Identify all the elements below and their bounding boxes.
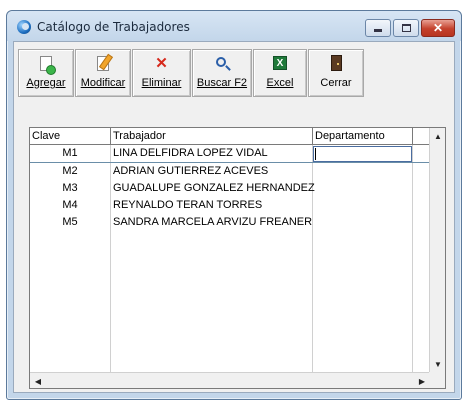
scroll-right-icon[interactable]: ▶ xyxy=(414,373,430,389)
buscar-label: Buscar F2 xyxy=(196,77,248,89)
modificar-button[interactable]: Modificar xyxy=(75,49,131,97)
minimize-icon xyxy=(374,29,382,32)
agregar-label: Agregar xyxy=(26,77,66,89)
app-window: Catálogo de Trabajadores ✕ Agregar Modif… xyxy=(6,10,462,400)
agregar-button[interactable]: Agregar xyxy=(18,49,74,97)
cerrar-button[interactable]: Cerrar xyxy=(308,49,364,97)
cell-clave: M5 xyxy=(62,216,78,228)
maximize-button[interactable] xyxy=(393,19,419,37)
excel-label: Excel xyxy=(266,77,294,89)
table-row[interactable]: M3 GUADALUPE GONZALEZ HERNANDEZ xyxy=(30,180,430,197)
departamento-edit-cell[interactable] xyxy=(313,146,412,162)
table-row[interactable]: M2 ADRIAN GUTIERREZ ACEVES xyxy=(30,163,430,180)
modificar-label: Modificar xyxy=(80,77,126,89)
edit-document-icon xyxy=(97,55,109,71)
minimize-button[interactable] xyxy=(365,19,391,37)
vertical-scrollbar[interactable]: ▲ ▼ xyxy=(429,128,445,372)
add-document-icon xyxy=(40,55,56,75)
eliminar-button[interactable]: ✕ Eliminar xyxy=(132,49,191,97)
cell-trabajador: GUADALUPE GONZALEZ HERNANDEZ xyxy=(113,182,315,194)
scroll-up-icon[interactable]: ▲ xyxy=(430,128,446,144)
scrollbar-corner xyxy=(429,372,445,388)
eliminar-label: Eliminar xyxy=(141,77,182,89)
close-icon: ✕ xyxy=(432,21,444,35)
window-title: Catálogo de Trabajadores xyxy=(37,20,190,34)
column-header-clave[interactable]: Clave xyxy=(30,128,62,144)
workers-grid[interactable]: Clave Trabajador Departamento M1 LINA DE… xyxy=(29,127,446,389)
cell-clave: M1 xyxy=(62,147,78,159)
maximize-icon xyxy=(401,24,411,32)
horizontal-scrollbar[interactable]: ◀ ▶ xyxy=(30,372,430,388)
toolbar: Agregar Modificar ✕ Eliminar Buscar F2 X… xyxy=(18,49,365,99)
scroll-left-icon[interactable]: ◀ xyxy=(30,373,46,389)
title-bar[interactable]: Catálogo de Trabajadores ✕ xyxy=(7,11,461,41)
door-exit-icon xyxy=(330,55,342,71)
scroll-down-icon[interactable]: ▼ xyxy=(430,356,446,372)
cell-clave: M4 xyxy=(62,199,78,211)
cell-trabajador: ADRIAN GUTIERREZ ACEVES xyxy=(113,165,269,177)
text-caret xyxy=(315,148,316,160)
excel-icon: X xyxy=(273,56,287,70)
grid-header: Clave Trabajador Departamento xyxy=(30,128,430,145)
delete-x-icon: ✕ xyxy=(155,55,168,72)
app-logo-icon xyxy=(17,20,31,34)
client-area: Agregar Modificar ✕ Eliminar Buscar F2 X… xyxy=(13,41,455,393)
cell-trabajador: SANDRA MARCELA ARVIZU FREANER xyxy=(113,216,313,228)
cell-trabajador: REYNALDO TERAN TORRES xyxy=(113,199,263,211)
buscar-button[interactable]: Buscar F2 xyxy=(192,49,252,97)
cell-clave: M2 xyxy=(62,165,78,177)
table-row[interactable]: M5 SANDRA MARCELA ARVIZU FREANER xyxy=(30,214,430,231)
table-row[interactable]: M4 REYNALDO TERAN TORRES xyxy=(30,197,430,214)
cell-clave: M3 xyxy=(62,182,78,194)
close-window-button[interactable]: ✕ xyxy=(421,19,455,37)
cerrar-label: Cerrar xyxy=(320,77,352,89)
excel-button[interactable]: X Excel xyxy=(253,49,307,97)
column-header-departamento[interactable]: Departamento xyxy=(313,128,387,144)
column-header-trabajador[interactable]: Trabajador xyxy=(111,128,168,144)
search-icon xyxy=(215,56,226,67)
cell-trabajador: LINA DELFIDRA LOPEZ VIDAL xyxy=(113,147,268,159)
